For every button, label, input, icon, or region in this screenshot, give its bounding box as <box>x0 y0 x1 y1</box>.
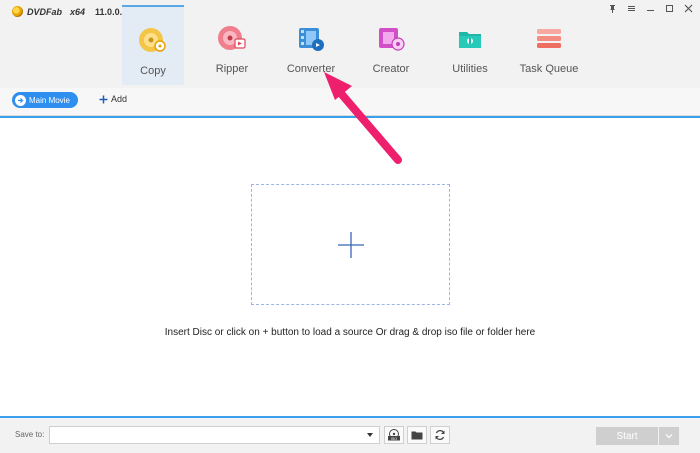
app-arch: x64 <box>70 6 86 17</box>
module-copy[interactable]: Copy <box>122 5 184 85</box>
module-label: Creator <box>372 63 410 75</box>
main-movie-button[interactable]: Main Movie <box>12 92 78 108</box>
iso-disc-icon: ISO <box>388 429 400 441</box>
add-source-plus-icon[interactable] <box>338 232 364 258</box>
module-label: Utilities <box>452 63 488 75</box>
module-label: Copy <box>140 65 166 77</box>
module-header: DVDFab x64 11.0.0.4 Copy Ripper Converte… <box>0 0 700 88</box>
window-controls <box>606 2 694 14</box>
save-to-label: Save to: <box>15 430 45 439</box>
module-creator[interactable]: Creator <box>360 5 422 85</box>
ripper-disc-icon <box>218 26 246 50</box>
add-button[interactable]: Add <box>99 94 127 104</box>
refresh-icon <box>435 429 445 441</box>
utilities-toolbox-icon <box>459 32 481 48</box>
output-bar: Save to: ISO Start <box>0 418 700 453</box>
plus-icon <box>99 95 108 103</box>
task-queue-icon <box>537 29 561 48</box>
minimize-icon[interactable] <box>644 2 656 14</box>
module-label: Converter <box>286 63 336 75</box>
top-divider <box>0 116 700 118</box>
module-utilities[interactable]: Utilities <box>439 5 501 85</box>
dropzone-hint: Insert Disc or click on + button to load… <box>164 327 536 338</box>
arrow-right-icon <box>15 94 26 106</box>
app-brand: DVDFab x64 11.0.0.4 <box>12 6 127 17</box>
save-to-dropdown[interactable] <box>49 426 380 444</box>
svg-text:ISO: ISO <box>391 437 397 441</box>
iso-button[interactable]: ISO <box>384 426 404 444</box>
converter-film-icon <box>299 28 324 51</box>
refresh-button[interactable] <box>430 426 450 444</box>
module-task-queue[interactable]: Task Queue <box>518 5 580 85</box>
chevron-down-icon <box>665 434 673 439</box>
source-toolbar: Main Movie Add <box>0 88 700 116</box>
main-movie-label: Main Movie <box>29 95 70 105</box>
maximize-icon[interactable] <box>663 2 675 14</box>
start-options-button[interactable] <box>659 427 679 445</box>
add-label: Add <box>111 94 128 104</box>
module-label: Task Queue <box>519 63 579 75</box>
folder-icon <box>411 431 423 440</box>
start-button[interactable]: Start <box>596 427 658 445</box>
chevron-down-icon <box>367 433 373 437</box>
menu-icon[interactable] <box>625 2 637 14</box>
app-name: DVDFab <box>27 6 63 17</box>
creator-disc-icon <box>379 28 405 51</box>
close-icon[interactable] <box>682 2 694 14</box>
pin-icon[interactable] <box>606 2 618 14</box>
folder-button[interactable] <box>407 426 427 444</box>
module-converter[interactable]: Converter <box>280 5 342 85</box>
module-ripper[interactable]: Ripper <box>201 5 263 85</box>
dvdfab-logo-icon <box>12 6 23 17</box>
module-label: Ripper <box>215 63 249 75</box>
copy-disc-icon <box>139 28 166 52</box>
